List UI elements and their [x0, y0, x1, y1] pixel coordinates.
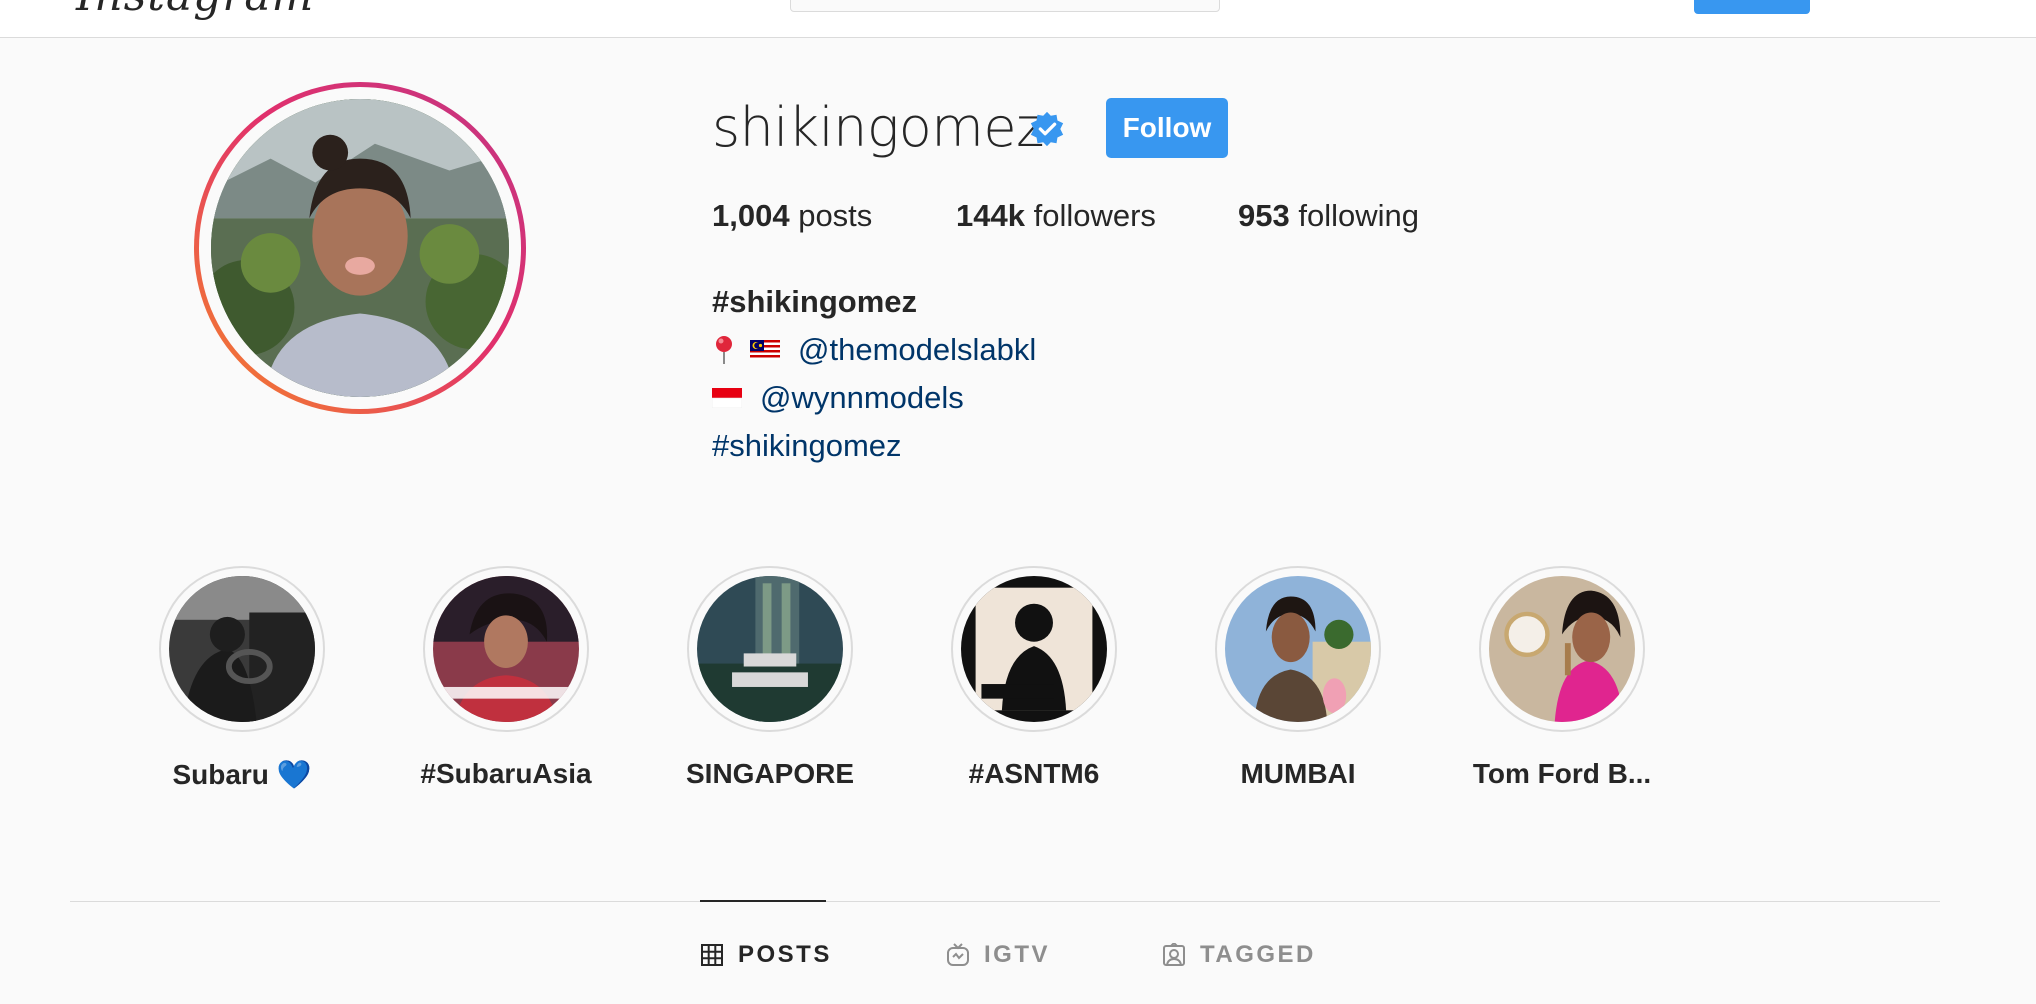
- tab-tagged[interactable]: TAGGED: [1162, 940, 1316, 970]
- highlight-cover-image: [1225, 576, 1371, 722]
- story-highlights: Subaru 💙 #SubaruAsia SINGAPORE #ASNTM6 M…: [0, 566, 2036, 816]
- highlight-cover-image: [169, 576, 315, 722]
- indonesia-flag-icon: [712, 388, 742, 408]
- profile-avatar: [211, 99, 509, 397]
- followers-label: followers: [1033, 198, 1156, 233]
- bio-line-3: #shikingomez: [712, 422, 1036, 470]
- highlight-label: #ASNTM6: [968, 758, 1100, 789]
- highlight-cover-image: [1489, 576, 1635, 722]
- profile-username: shikingomez: [712, 96, 1044, 159]
- following-label: following: [1298, 198, 1419, 233]
- highlight-label: #SubaruAsia: [420, 758, 592, 789]
- profile-bio: #shikingomez @themodelslabkl @wynnmodels…: [712, 278, 1036, 470]
- highlight-label: Subaru 💙: [172, 759, 312, 790]
- tab-label: IGTV: [984, 941, 1051, 968]
- highlight-cover-image: [697, 576, 843, 722]
- posts-label: posts: [798, 198, 873, 233]
- bio-line-2: @wynnmodels: [712, 374, 1036, 422]
- grid-icon: [701, 944, 723, 966]
- igtv-icon: [947, 943, 969, 966]
- profile-avatar-story-ring[interactable]: [194, 82, 526, 414]
- top-nav-button[interactable]: [1694, 0, 1810, 14]
- tab-label: POSTS: [738, 941, 832, 968]
- tab-label: TAGGED: [1200, 941, 1316, 968]
- tagged-icon: [1163, 943, 1185, 966]
- following-count: 953: [1238, 198, 1290, 233]
- instagram-logo[interactable]: Instagram: [76, 0, 314, 21]
- followers-count: 144k: [956, 198, 1025, 233]
- top-nav: Instagram: [0, 0, 2036, 38]
- highlight-cover-image: [961, 576, 1107, 722]
- follow-button[interactable]: Follow: [1106, 98, 1228, 158]
- highlight-label: SINGAPORE: [685, 758, 855, 789]
- followers-stat[interactable]: 144k followers: [956, 198, 1156, 234]
- bio-name: #shikingomez: [712, 284, 917, 319]
- tab-posts[interactable]: POSTS: [700, 940, 832, 970]
- tab-igtv[interactable]: IGTV: [946, 940, 1050, 970]
- bio-hashtag-shikingomez[interactable]: #shikingomez: [712, 422, 902, 470]
- tabs-divider: [70, 901, 1940, 902]
- round-pushpin-icon: [716, 336, 732, 364]
- highlight-label: Tom Ford B...: [1472, 758, 1652, 789]
- active-tab-indicator: [700, 900, 826, 902]
- posts-count: 1,004: [712, 198, 790, 233]
- following-stat[interactable]: 953 following: [1238, 198, 1419, 234]
- highlight-label: MUMBAI: [1240, 758, 1356, 789]
- malaysia-flag-icon: [750, 340, 780, 360]
- verified-badge-icon: [1030, 111, 1064, 147]
- search-input[interactable]: [790, 0, 1220, 12]
- bio-mention-wynnmodels[interactable]: @wynnmodels: [760, 374, 964, 422]
- highlight-cover-image: [433, 576, 579, 722]
- bio-mention-themodelslabkl[interactable]: @themodelslabkl: [798, 326, 1036, 374]
- posts-stat: 1,004 posts: [712, 198, 872, 234]
- bio-line-1: @themodelslabkl: [712, 326, 1036, 374]
